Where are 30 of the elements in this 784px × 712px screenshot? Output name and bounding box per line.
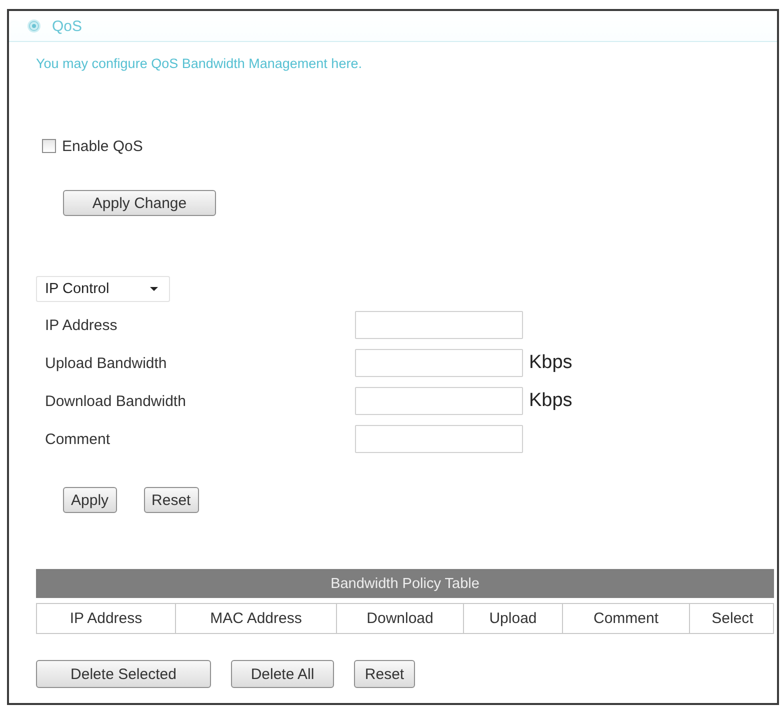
description-text: You may configure QoS Bandwidth Management here. — [36, 56, 362, 72]
mode-dropdown[interactable]: IP Control — [36, 276, 170, 302]
field-label: Upload Bandwidth — [45, 354, 168, 372]
field-label: Download Bandwidth — [45, 392, 187, 410]
checkbox-label: Enable QoS — [62, 138, 143, 154]
section-title: QoS — [52, 18, 82, 34]
column-header: Select — [710, 609, 754, 629]
enable-checkbox[interactable] — [42, 139, 56, 153]
form-button[interactable]: Reset — [144, 487, 199, 513]
field-label: IP Address — [45, 316, 118, 334]
table-action-button[interactable]: Delete Selected — [36, 660, 211, 688]
text-input[interactable] — [355, 387, 523, 415]
text-input[interactable] — [355, 349, 523, 377]
text-input[interactable] — [355, 311, 523, 339]
unit-label: Kbps — [529, 390, 574, 412]
table-action-button[interactable]: Delete All — [231, 660, 334, 688]
table-title-bar: Bandwidth Policy Table — [36, 569, 774, 598]
caret-icon — [150, 287, 158, 291]
apply-change-button[interactable]: Apply Change — [63, 190, 216, 216]
table-action-button[interactable]: Reset — [354, 660, 415, 688]
form-button[interactable]: Apply — [63, 487, 117, 513]
column-header: Comment — [563, 604, 690, 633]
unit-label: Kbps — [529, 352, 574, 374]
column-header: MAC Address — [176, 604, 337, 633]
field-label: Comment — [45, 430, 112, 448]
text-input[interactable] — [355, 425, 523, 453]
column-header: Download — [337, 604, 464, 633]
circle-dot-icon — [27, 19, 41, 33]
column-header: IP Address — [37, 604, 176, 633]
column-header: Upload — [464, 604, 563, 633]
